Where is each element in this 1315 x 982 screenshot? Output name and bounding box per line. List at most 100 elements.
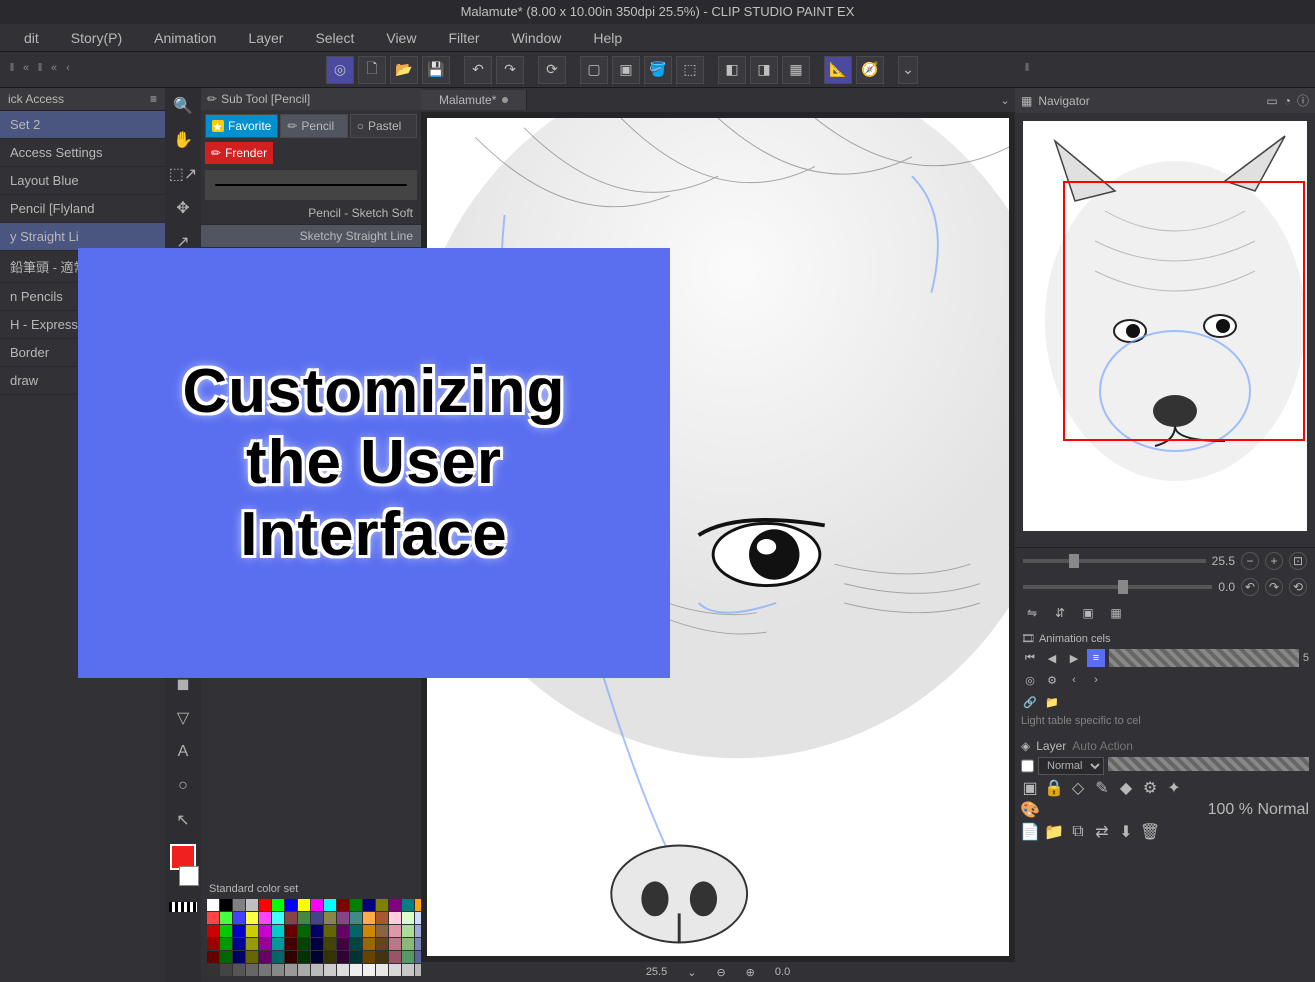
color-swatch[interactable] [220,925,232,937]
zoom-slider[interactable] [1023,559,1206,563]
color-swatch[interactable] [311,899,323,911]
color-swatch[interactable] [311,938,323,950]
cel-link-icon[interactable]: 🔗 [1021,693,1039,711]
first-frame-icon[interactable]: ⏮ [1021,649,1039,667]
ruler-icon[interactable]: 🧭 [856,56,884,84]
palette-icon[interactable]: 🎨 [1021,801,1039,819]
color-swatch[interactable] [389,938,401,950]
color-swatch[interactable] [350,951,362,963]
menu-help[interactable]: Help [577,26,638,50]
menu-select[interactable]: Select [299,26,370,50]
color-swatch[interactable] [298,899,310,911]
figure-icon[interactable]: ▽ [169,704,197,732]
color-swatch[interactable] [311,925,323,937]
color-swatch[interactable] [246,912,258,924]
balloon-icon[interactable]: ○ [169,772,197,800]
subtool-tab-favorite[interactable]: ★Favorite [205,114,278,138]
color-swatch[interactable] [272,938,284,950]
color-swatch[interactable] [246,899,258,911]
color-swatch[interactable] [402,925,414,937]
color-swatch[interactable] [246,938,258,950]
invert-selection-icon[interactable]: ▣ [612,56,640,84]
color-swatch[interactable] [207,899,219,911]
color-swatch[interactable] [285,899,297,911]
color-swatch[interactable] [259,912,271,924]
color-swatch[interactable] [298,925,310,937]
prev-frame-icon[interactable]: ◀ [1043,649,1061,667]
qa-straight-line[interactable]: y Straight Li [0,223,165,251]
color-swatch[interactable] [285,938,297,950]
color-swatch[interactable] [337,925,349,937]
cel-settings-icon[interactable]: ⚙ [1043,671,1061,689]
clip-mask-icon[interactable]: ▣ [1021,779,1039,797]
zoom-dropdown-icon[interactable]: ⌄ [687,966,696,979]
qa-layout-blue[interactable]: Layout Blue [0,167,165,195]
panel-menu-icon[interactable]: ≡ [150,92,157,106]
onion-skin-icon[interactable]: ◎ [1021,671,1039,689]
undo-icon[interactable]: ↶ [464,56,492,84]
redo-icon[interactable]: ↷ [496,56,524,84]
color-swatch[interactable] [337,964,349,976]
color-swatch[interactable] [246,925,258,937]
color-swatch[interactable] [298,912,310,924]
color-swatch[interactable] [324,938,336,950]
rotate-slider[interactable] [1023,585,1212,589]
color-swatch[interactable] [272,964,284,976]
color-swatch[interactable] [350,899,362,911]
color-swatch[interactable] [402,912,414,924]
zoom-in-icon[interactable]: + [1265,552,1283,570]
zoom-out-icon[interactable]: ⊖ [716,966,725,979]
color-swatch[interactable] [259,925,271,937]
color-swatch[interactable] [311,964,323,976]
color-swatch[interactable] [233,899,245,911]
color-swatch[interactable] [220,938,232,950]
menu-story[interactable]: Story(P) [55,26,138,50]
color-swatch[interactable] [324,899,336,911]
blend-mode-select[interactable]: Normal [1038,757,1104,775]
document-tab-malamute[interactable]: Malamute* [421,90,527,110]
color-swatch[interactable] [337,899,349,911]
fit-screen-icon[interactable]: ▣ [1079,604,1097,622]
info-icon[interactable]: ⓘ [1297,92,1309,109]
color-swatch[interactable] [220,964,232,976]
color-swatch[interactable] [376,951,388,963]
color-swatch[interactable] [285,964,297,976]
color-swatch[interactable] [350,938,362,950]
cel-left-icon[interactable]: ‹ [1065,671,1083,689]
new-file-icon[interactable]: 🗋 [358,56,386,84]
next-frame-icon[interactable]: ▶ [1065,649,1083,667]
panel-collapse-icon[interactable]: ‖ [6,62,18,78]
magnify-icon[interactable]: 🔍 [169,92,197,120]
zoom-in-icon[interactable]: ⊕ [746,966,755,979]
menu-filter[interactable]: Filter [432,26,495,50]
layer-lock-checkbox[interactable] [1021,757,1034,775]
mask-icon[interactable]: ◨ [750,56,778,84]
transparent-color[interactable] [169,902,197,912]
panel-collapse-icon[interactable]: « [48,62,60,78]
layer-settings-icon[interactable]: ⚙ [1141,779,1159,797]
color-swatch[interactable] [233,925,245,937]
panel-collapse-icon[interactable]: ‖ [34,62,46,78]
fill-icon[interactable]: 🪣 [644,56,672,84]
color-swatch[interactable] [350,925,362,937]
color-swatch[interactable] [350,912,362,924]
color-swatch[interactable] [272,925,284,937]
subtool-tab-pastel[interactable]: ○Pastel [350,114,417,138]
flip-vertical-icon[interactable]: ⇵ [1051,604,1069,622]
cel-folder-icon[interactable]: 📁 [1043,693,1061,711]
panel-tab-icon[interactable]: ▭ [1266,94,1277,108]
color-swatch[interactable] [298,938,310,950]
color-swatch[interactable] [376,938,388,950]
color-swatch[interactable] [376,912,388,924]
color-swatch[interactable] [324,912,336,924]
subtool-tab-frender[interactable]: ✏Frender [205,142,273,164]
color-swatch[interactable] [311,912,323,924]
move-icon[interactable]: ✥ [169,194,197,222]
color-swatch[interactable] [285,951,297,963]
color-swatch[interactable] [207,925,219,937]
new-folder-icon[interactable]: 📁 [1045,823,1063,841]
color-swatch[interactable] [259,938,271,950]
rotate-ccw-icon[interactable]: ↶ [1241,578,1259,596]
brush-sketchy-line[interactable]: Sketchy Straight Line [201,225,421,248]
mask-icon[interactable]: ◧ [718,56,746,84]
